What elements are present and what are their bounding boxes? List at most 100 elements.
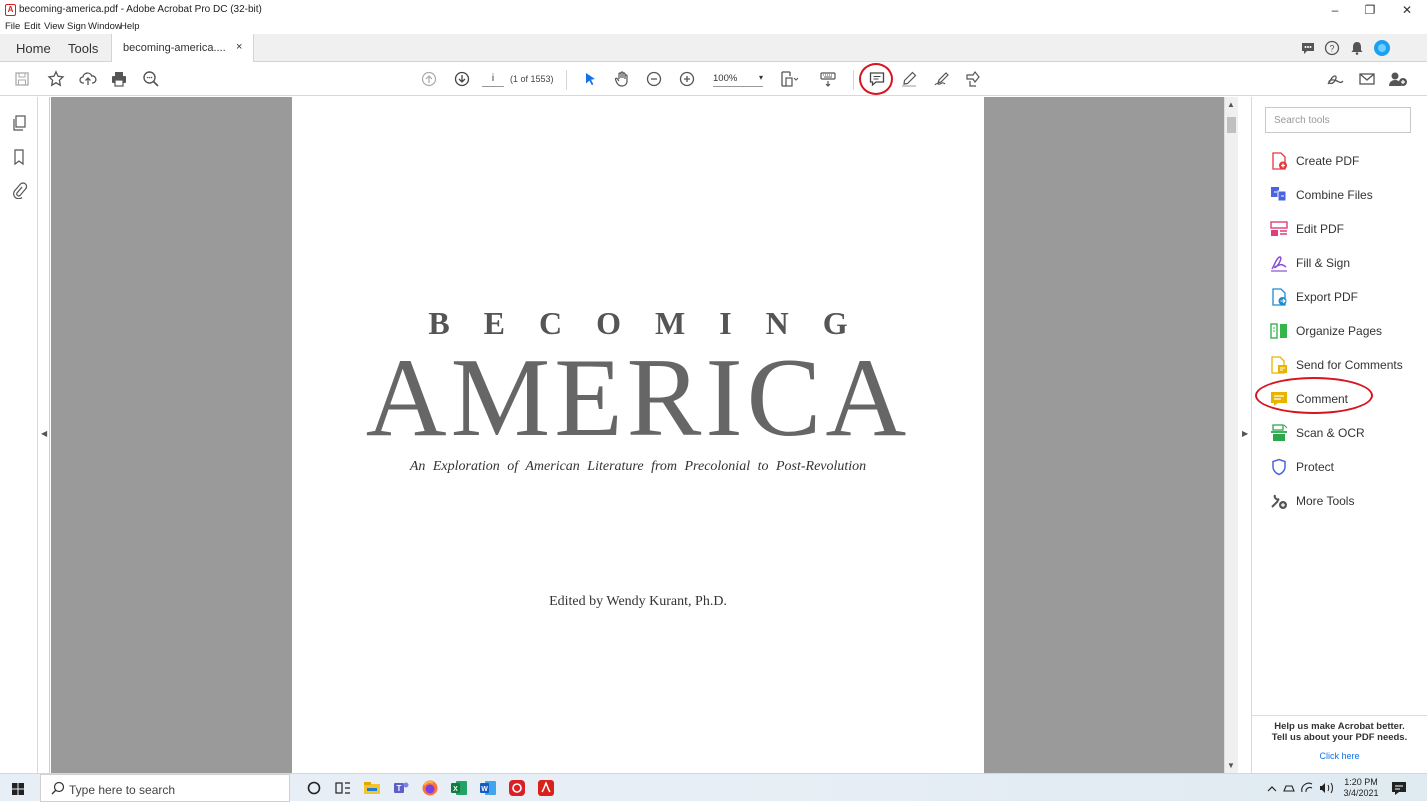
vertical-scrollbar[interactable]: ▲ ▼ bbox=[1224, 97, 1238, 773]
feedback-text-line2: Tell us about your PDF needs. bbox=[1271, 732, 1408, 743]
word-icon[interactable]: W bbox=[479, 779, 497, 797]
maximize-button[interactable]: ❐ bbox=[1355, 2, 1385, 18]
menu-file[interactable]: File bbox=[5, 21, 20, 32]
acrobat-app-icon: A bbox=[5, 4, 16, 16]
tool-label: Scan & OCR bbox=[1296, 426, 1365, 440]
export-pdf-icon bbox=[1272, 288, 1287, 306]
add-user-icon[interactable] bbox=[1387, 68, 1409, 90]
acrobat-taskbar-icon[interactable] bbox=[537, 779, 555, 797]
document-editor-credit: Edited by Wendy Kurant, Ph.D. bbox=[549, 594, 727, 609]
window-title: becoming-america.pdf - Adobe Acrobat Pro… bbox=[19, 4, 262, 15]
scroll-up-icon[interactable]: ▲ bbox=[1227, 100, 1235, 109]
scrollbar-thumb[interactable] bbox=[1227, 117, 1236, 133]
taskbar-search-placeholder: Type here to search bbox=[69, 783, 176, 797]
print-icon[interactable] bbox=[108, 68, 130, 90]
toolbar-divider bbox=[853, 70, 854, 90]
previous-page-icon[interactable] bbox=[418, 68, 440, 90]
menu-window[interactable]: Window bbox=[88, 21, 122, 32]
zoom-out-icon[interactable] bbox=[643, 68, 665, 90]
bookmarks-icon[interactable] bbox=[11, 148, 27, 166]
save-icon[interactable] bbox=[11, 68, 33, 90]
minimize-button[interactable]: – bbox=[1320, 2, 1350, 18]
svg-text:?: ? bbox=[1329, 44, 1334, 54]
click-here-link[interactable]: Click here bbox=[1252, 751, 1427, 761]
tab-document[interactable]: becoming-america.... × bbox=[111, 34, 254, 62]
next-page-icon[interactable] bbox=[451, 68, 473, 90]
highlight-pen-icon[interactable] bbox=[898, 68, 920, 90]
menu-edit[interactable]: Edit bbox=[24, 21, 40, 32]
hand-tool-icon[interactable] bbox=[611, 68, 633, 90]
tool-create-pdf[interactable]: Create PDF bbox=[1270, 151, 1420, 171]
left-pane-toggle[interactable]: ◀ bbox=[38, 97, 50, 773]
tool-label: Organize Pages bbox=[1296, 324, 1383, 338]
help-icon[interactable]: ? bbox=[1324, 40, 1340, 56]
tool-export-pdf[interactable]: Export PDF bbox=[1270, 287, 1420, 307]
page-number-input[interactable]: i bbox=[482, 73, 504, 87]
menu-view[interactable]: View bbox=[44, 21, 64, 32]
notification-bell-icon[interactable] bbox=[1349, 40, 1365, 56]
combine-files-icon bbox=[1271, 187, 1287, 202]
tool-label: Combine Files bbox=[1296, 188, 1373, 202]
menu-bar: File Edit View Sign Window Help bbox=[0, 20, 1427, 34]
tool-organize-pages[interactable]: Organize Pages bbox=[1270, 321, 1420, 341]
windows-start-icon[interactable] bbox=[12, 782, 24, 795]
tool-edit-pdf[interactable]: Edit PDF bbox=[1270, 219, 1420, 239]
taskbar-search-box[interactable]: Type here to search bbox=[40, 774, 290, 802]
left-navigation-pane bbox=[0, 97, 38, 773]
right-pane-toggle[interactable]: ▶ bbox=[1238, 97, 1252, 773]
cortana-icon[interactable] bbox=[305, 779, 323, 797]
tool-fill-sign[interactable]: Fill & Sign bbox=[1270, 253, 1420, 273]
email-icon[interactable] bbox=[1356, 68, 1378, 90]
notification-center-icon[interactable] bbox=[1390, 779, 1408, 797]
menu-sign[interactable]: Sign bbox=[67, 21, 86, 32]
tab-tools[interactable]: Tools bbox=[68, 41, 98, 56]
fill-sign-icon bbox=[1271, 256, 1287, 272]
search-tools-input[interactable]: Search tools bbox=[1265, 107, 1411, 133]
feedback-section: Help us make Acrobat better. Tell us abo… bbox=[1252, 715, 1427, 773]
tool-combine-files[interactable]: Combine Files bbox=[1270, 185, 1420, 205]
request-signature-icon[interactable] bbox=[1324, 68, 1346, 90]
page-fit-icon[interactable] bbox=[778, 68, 800, 90]
file-explorer-icon[interactable] bbox=[363, 779, 381, 797]
upload-cloud-icon[interactable] bbox=[77, 68, 99, 90]
excel-icon[interactable]: X bbox=[450, 779, 468, 797]
tool-send-for-comments[interactable]: Send for Comments bbox=[1270, 355, 1420, 375]
search-zoom-icon[interactable] bbox=[140, 68, 162, 90]
title-bar: A becoming-america.pdf - Adobe Acrobat P… bbox=[0, 0, 1427, 20]
feedback-text-line1: Help us make Acrobat better. bbox=[1274, 721, 1405, 732]
teams-icon[interactable]: T bbox=[392, 779, 410, 797]
sign-pen-icon[interactable] bbox=[931, 68, 953, 90]
edit-pdf-icon bbox=[1270, 221, 1288, 236]
comment-bubble-icon[interactable] bbox=[1300, 40, 1316, 56]
tab-home[interactable]: Home bbox=[16, 41, 51, 56]
scroll-down-icon[interactable]: ▼ bbox=[1227, 761, 1235, 770]
share-send-icon[interactable] bbox=[962, 68, 984, 90]
menu-help[interactable]: Help bbox=[120, 21, 140, 32]
zoom-in-icon[interactable] bbox=[676, 68, 698, 90]
pdf-page[interactable]: BECOMING AMERICA An Exploration of Ameri… bbox=[292, 97, 984, 773]
tool-protect[interactable]: Protect bbox=[1270, 457, 1420, 477]
tool-label: Export PDF bbox=[1296, 290, 1359, 304]
document-tab-label: becoming-america.... bbox=[123, 42, 226, 54]
firefox-icon[interactable] bbox=[421, 779, 439, 797]
creative-cloud-icon[interactable] bbox=[508, 779, 526, 797]
keyboard-input-icon[interactable] bbox=[817, 68, 839, 90]
bookmark-star-icon[interactable] bbox=[45, 68, 67, 90]
tool-scan-ocr[interactable]: Scan & OCR bbox=[1270, 423, 1420, 443]
zoom-level-dropdown[interactable]: 100% ▾ bbox=[713, 73, 763, 87]
attachments-paperclip-icon[interactable] bbox=[11, 181, 28, 200]
tools-panel: Search tools Create PDF Combine Files Ed… bbox=[1252, 97, 1427, 773]
close-tab-icon[interactable]: × bbox=[236, 41, 242, 53]
system-tray[interactable] bbox=[1266, 774, 1336, 802]
send-for-comments-icon bbox=[1271, 356, 1287, 374]
page-thumbnails-icon[interactable] bbox=[11, 114, 27, 132]
tool-label: Fill & Sign bbox=[1296, 256, 1351, 270]
select-cursor-icon[interactable] bbox=[579, 68, 601, 90]
annotation-circle bbox=[859, 63, 893, 95]
taskbar-clock[interactable]: 1:20 PM 3/4/2021 bbox=[1340, 777, 1382, 799]
close-window-button[interactable]: ✕ bbox=[1392, 2, 1422, 18]
task-view-icon[interactable] bbox=[334, 779, 352, 797]
tool-more-tools[interactable]: More Tools bbox=[1270, 491, 1420, 511]
profile-avatar-icon[interactable] bbox=[1373, 39, 1391, 57]
tool-label: Send for Comments bbox=[1296, 358, 1403, 372]
